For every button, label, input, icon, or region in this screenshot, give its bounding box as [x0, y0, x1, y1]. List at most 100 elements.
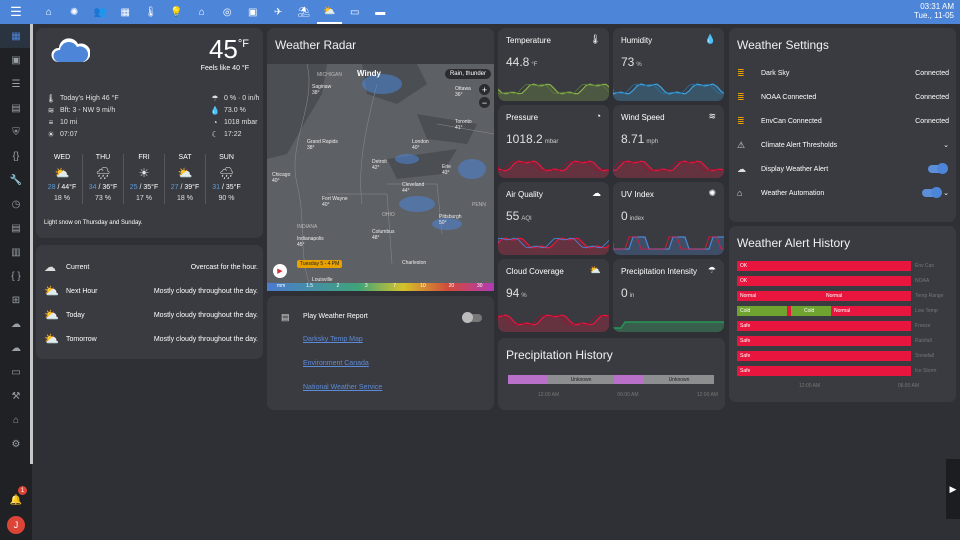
sensor-card-temperature[interactable]: Temperature 🌡 44.8 °F	[498, 28, 609, 101]
partly-cloudy-icon: ⛅	[177, 166, 193, 180]
weather-link[interactable]: Environment Canada	[303, 360, 369, 367]
notifications-icon[interactable]: 🔔 1	[0, 486, 32, 512]
weather-link[interactable]: Darksky Temp Map	[303, 336, 363, 343]
server-icon: ≣	[737, 67, 745, 78]
condition-row: ⛅ Tomorrow Mostly cloudy throughout the da…	[44, 327, 258, 351]
sidebar-item-home-settings[interactable]: ⌂	[0, 408, 32, 432]
automation-toggle[interactable]	[922, 187, 943, 198]
weather-tag[interactable]: Rain, thunder	[444, 69, 491, 79]
sidebar-item-shield[interactable]: ⛨	[0, 120, 32, 144]
condition-row: ⛅ Next Hour Mostly cloudy throughout the d…	[44, 279, 258, 303]
setting-row[interactable]: ☁ Display Weather Alert	[737, 157, 949, 181]
time-pill[interactable]: Tuesday 5 - 4 PM	[297, 260, 343, 268]
tab-washer-icon[interactable]: ◎	[215, 0, 241, 24]
sidebar-scrollbar[interactable]	[30, 24, 33, 464]
alert-name: Freeze	[915, 323, 931, 329]
tab-people-icon[interactable]: 👥	[87, 0, 113, 24]
cloud-upload-icon: ☁	[11, 318, 21, 330]
sidebar-item-list[interactable]: ☰	[0, 72, 32, 96]
setting-row[interactable]: ⚠ Climate Alert Thresholds ⌄	[737, 133, 949, 157]
sidebar-item-tool[interactable]: ⚒	[0, 384, 32, 408]
tab-sun-icon[interactable]: ✺	[62, 0, 88, 24]
display-alert-toggle[interactable]	[928, 163, 948, 174]
alert-segment: Normal	[831, 306, 911, 316]
play-weather-report-toggle[interactable]	[462, 312, 482, 323]
alert-timeline-bar: OK	[737, 276, 911, 286]
sensor-card-precipitation-intensity[interactable]: Precipitation Intensity ☂ 0 in	[613, 259, 724, 332]
links-card: ▤ Play Weather Report Darksky Temp Map En…	[267, 296, 494, 410]
setting-label: Climate Alert Thresholds	[761, 141, 838, 149]
beach-icon: ⛱	[297, 6, 311, 18]
clock-time: 03:31 AM	[920, 2, 954, 11]
precip-scale: mm 1.5 2 3 7 10 20 30	[267, 283, 494, 291]
photo-icon: ▣	[248, 6, 258, 18]
tab-garage-icon[interactable]: ⌂	[189, 0, 215, 24]
tab-lightbulb-icon[interactable]: 💡	[164, 0, 190, 24]
zoom-in-button[interactable]: +	[479, 84, 490, 95]
sidebar-item-braces[interactable]: { }	[0, 264, 32, 288]
sidebar-item-terminal[interactable]: ▭	[0, 360, 32, 384]
sensor-card-uv-index[interactable]: UV Index ✺ 0 index	[613, 182, 724, 255]
tab-thermometer-icon[interactable]: 🌡	[138, 0, 164, 24]
tab-couch-icon[interactable]: ▬	[368, 0, 394, 24]
sidebar-item-inbox[interactable]: ▣	[0, 48, 32, 72]
sensor-title: Precipitation Intensity	[621, 267, 698, 276]
sensor-card-wind-speed[interactable]: Wind Speed ≋ 8.71 mph	[613, 105, 724, 178]
setting-row[interactable]: ≣ Dark Sky Connected	[737, 61, 949, 85]
sidebar-item-cloud-upload[interactable]: ☁	[0, 312, 32, 336]
sidebar-item-cloud[interactable]: ☁	[0, 336, 32, 360]
tab-computer-icon[interactable]: ▭	[342, 0, 368, 24]
sensor-card-air-quality[interactable]: Air Quality ☁ 55 AQI	[498, 182, 609, 255]
play-weather-report-label: Play Weather Report	[303, 313, 368, 320]
tab-beach-icon[interactable]: ⛱	[291, 0, 317, 24]
tab-airplane-icon[interactable]: ✈	[266, 0, 292, 24]
sidebar-item-gear[interactable]: ⚙	[0, 432, 32, 456]
server-icon: ≣	[737, 91, 745, 102]
sidebar-item-network[interactable]: ⊞	[0, 288, 32, 312]
sidebar-item-note[interactable]: ▤	[0, 216, 32, 240]
tab-home-icon[interactable]: ⌂	[36, 0, 62, 24]
sidebar-item-dashboard[interactable]: ▦	[0, 24, 32, 48]
menu-icon[interactable]: ☰	[0, 0, 32, 24]
sidebar-item-wrench[interactable]: 🔧	[0, 168, 32, 192]
thermometer-icon: 🌡	[589, 34, 601, 44]
couch-icon: ▬	[375, 6, 386, 18]
weather-link[interactable]: National Weather Service	[303, 384, 382, 391]
cloud-alert-icon: ☁	[737, 163, 746, 174]
alert-name: Snowfall	[915, 353, 934, 359]
home-settings-icon: ⌂	[12, 414, 20, 426]
avatar[interactable]: J	[7, 516, 25, 534]
tab-weather-partly-cloudy-icon[interactable]: ⛅	[316, 0, 342, 24]
radar-map[interactable]: Windy Rain, thunder + − Saginaw 38° Ottawa…	[267, 64, 494, 291]
setting-row[interactable]: ⌂ Weather Automation ⌄	[737, 181, 949, 205]
setting-row[interactable]: ≣ EnvCan Connected Connected	[737, 109, 949, 133]
windy-brand: Windy	[357, 69, 381, 78]
sensor-title: Wind Speed	[621, 113, 665, 122]
alert-segment: Safe	[737, 336, 911, 346]
tab-photo-icon[interactable]: ▣	[240, 0, 266, 24]
sensor-card-pressure[interactable]: Pressure ◔ 1018.2 mbar	[498, 105, 609, 178]
map-city-label: Chicago 40°	[272, 172, 291, 184]
note-icon: ▤	[11, 222, 21, 234]
forecast-day-name: SAT	[178, 154, 192, 161]
alert-row: Safe Ice Storm	[737, 366, 953, 376]
history-icon: ◷	[11, 198, 21, 210]
sidebar-item-code[interactable]: {}	[0, 144, 32, 168]
setting-row[interactable]: ≣ NOAA Connected Connected	[737, 85, 949, 109]
sensor-card-humidity[interactable]: Humidity 💧 73%	[613, 28, 724, 101]
sensor-card-cloud-coverage[interactable]: Cloud Coverage ⛅ 94%	[498, 259, 609, 332]
sidebar-item-devices[interactable]: ▥	[0, 240, 32, 264]
condition-row: ⛅ Today Mostly cloudy throughout the day.	[44, 303, 258, 327]
play-button[interactable]: ▶	[273, 264, 287, 278]
alert-name: NOAA	[915, 278, 930, 284]
feels-like: Feels like 40 °F	[200, 65, 249, 72]
condition-row: ☁ Current Overcast for the hour.	[44, 255, 258, 279]
floating-play-button[interactable]: ▶	[946, 459, 960, 519]
tab-calendar-icon[interactable]: ▦	[113, 0, 139, 24]
sidebar-item-book[interactable]: ▤	[0, 96, 32, 120]
sunrise-icon: ☀	[47, 129, 55, 139]
sidebar-item-history[interactable]: ◷	[0, 192, 32, 216]
forecast-precip: 18 %	[177, 195, 193, 202]
sensor-sparkline	[498, 83, 609, 101]
zoom-out-button[interactable]: −	[479, 97, 490, 108]
